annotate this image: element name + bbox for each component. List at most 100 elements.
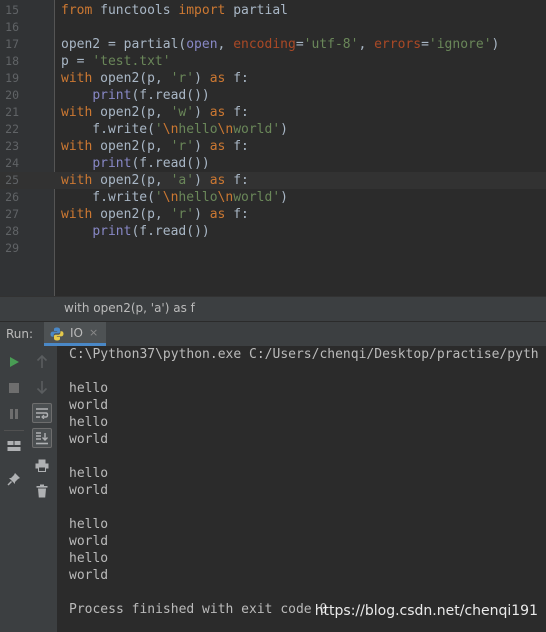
print-icon[interactable] [33,456,51,474]
code-token: partial [225,3,288,18]
soft-wrap-icon[interactable] [32,403,52,423]
trash-icon[interactable] [33,482,51,500]
scroll-to-end-icon[interactable] [32,428,52,448]
line-number: 21 [5,105,19,119]
code-token: (f.read()) [131,88,210,103]
line-number: 25 [5,173,19,187]
code-text: f.write('\nhello\nworld') [61,189,288,206]
code-line[interactable]: 15 from functools import partial [0,2,546,19]
code-text: print(f.read()) [61,223,210,240]
console-line: hello [69,381,109,396]
code-line[interactable]: 25 with open2(p, 'a') as f: [0,172,546,189]
code-line[interactable]: 29 [0,240,546,257]
code-token: open [186,37,218,52]
code-editor[interactable]: 15 from functools import partial 16 17 open2… [0,0,546,296]
code-token: with [61,207,93,222]
code-text: p = 'test.txt' [61,53,171,70]
code-token: as [209,207,226,222]
pause-icon[interactable] [5,405,23,423]
run-tool-window-header: Run: IO × [0,321,546,346]
code-token: , [358,37,375,52]
code-token: open2 = partial( [61,37,187,52]
code-token: print [92,224,132,239]
code-token: 'ignore' [428,37,492,52]
code-text: print(f.read()) [61,87,210,104]
console-output[interactable]: C:\Python37\python.exe C:/Users/chenqi/D… [58,346,546,632]
console-line: world [69,432,109,447]
code-token: ) [194,173,210,188]
code-token: 'r' [170,71,195,86]
code-token: world' [233,122,281,137]
code-token: ' [154,190,163,205]
code-line[interactable]: 26 f.write('\nhello\nworld') [0,189,546,206]
line-number: 20 [5,88,19,102]
code-token: as [209,139,226,154]
code-token: open2(p, [92,139,171,154]
console-line: C:\Python37\python.exe C:/Users/chenqi/D… [69,347,539,362]
code-token: 'r' [170,139,195,154]
python-icon [50,327,64,341]
run-icon[interactable] [5,353,23,371]
code-token: f: [225,139,249,154]
code-text: from functools import partial [61,2,288,19]
stop-icon[interactable] [5,379,23,397]
tab-close-icon[interactable]: × [89,326,98,339]
line-number: 22 [5,122,19,136]
code-line[interactable]: 28 print(f.read()) [0,223,546,240]
code-token: hello [178,122,218,137]
code-token: \n [217,122,234,137]
code-token: f.write( [61,122,155,137]
code-token: open2(p, [92,105,171,120]
line-number: 17 [5,37,19,51]
code-text: with open2(p, 'r') as f: [61,206,249,223]
code-token: with [61,139,93,154]
code-line[interactable]: 18 p = 'test.txt' [0,53,546,70]
console-line: world [69,483,109,498]
line-number: 27 [5,207,19,221]
code-token: = [295,37,304,52]
code-line[interactable]: 24 print(f.read()) [0,155,546,172]
code-line[interactable]: 21 with open2(p, 'w') as f: [0,104,546,121]
run-toolbar-right [28,346,58,632]
console-line: world [69,568,109,583]
console-line: world [69,398,109,413]
breadcrumb-label[interactable]: with open2(p, 'a') as f [64,301,195,315]
console-line: hello [69,415,109,430]
code-token: (f.read()) [131,224,210,239]
code-line[interactable]: 19 with open2(p, 'r') as f: [0,70,546,87]
console-line: Process finished with exit code 0 [69,602,328,617]
code-line[interactable]: 27 with open2(p, 'r') as f: [0,206,546,223]
code-token: errors [374,37,422,52]
down-arrow-icon[interactable] [33,378,51,396]
code-token: \n [162,190,179,205]
line-number: 28 [5,224,19,238]
code-token: ' [154,122,163,137]
code-line[interactable]: 17 open2 = partial(open, encoding='utf-8'… [0,36,546,53]
code-token: p = [61,54,93,69]
code-token: as [209,173,226,188]
tab-io[interactable]: IO × [44,322,106,346]
breadcrumb[interactable]: with open2(p, 'a') as f [0,296,546,321]
code-token: ) [280,190,288,205]
code-token: 'a' [170,173,195,188]
line-number: 23 [5,139,19,153]
tab-io-label: IO [70,326,83,340]
code-token: f: [225,105,249,120]
code-line[interactable]: 22 f.write('\nhello\nworld') [0,121,546,138]
code-line[interactable]: 16 [0,19,546,36]
pin-icon[interactable] [5,470,23,488]
code-token: as [209,105,226,120]
up-arrow-icon[interactable] [33,353,51,371]
code-line[interactable]: 20 print(f.read()) [0,87,546,104]
code-line[interactable]: 23 with open2(p, 'r') as f: [0,138,546,155]
code-token: ) [280,122,288,137]
code-token: \n [162,122,179,137]
code-token: f.write( [61,190,155,205]
code-token: f: [225,207,249,222]
layout-icon[interactable] [5,437,23,455]
code-token: open2(p, [92,173,171,188]
code-token: with [61,173,93,188]
code-token: hello [178,190,218,205]
code-text: with open2(p, 'r') as f: [61,138,249,155]
